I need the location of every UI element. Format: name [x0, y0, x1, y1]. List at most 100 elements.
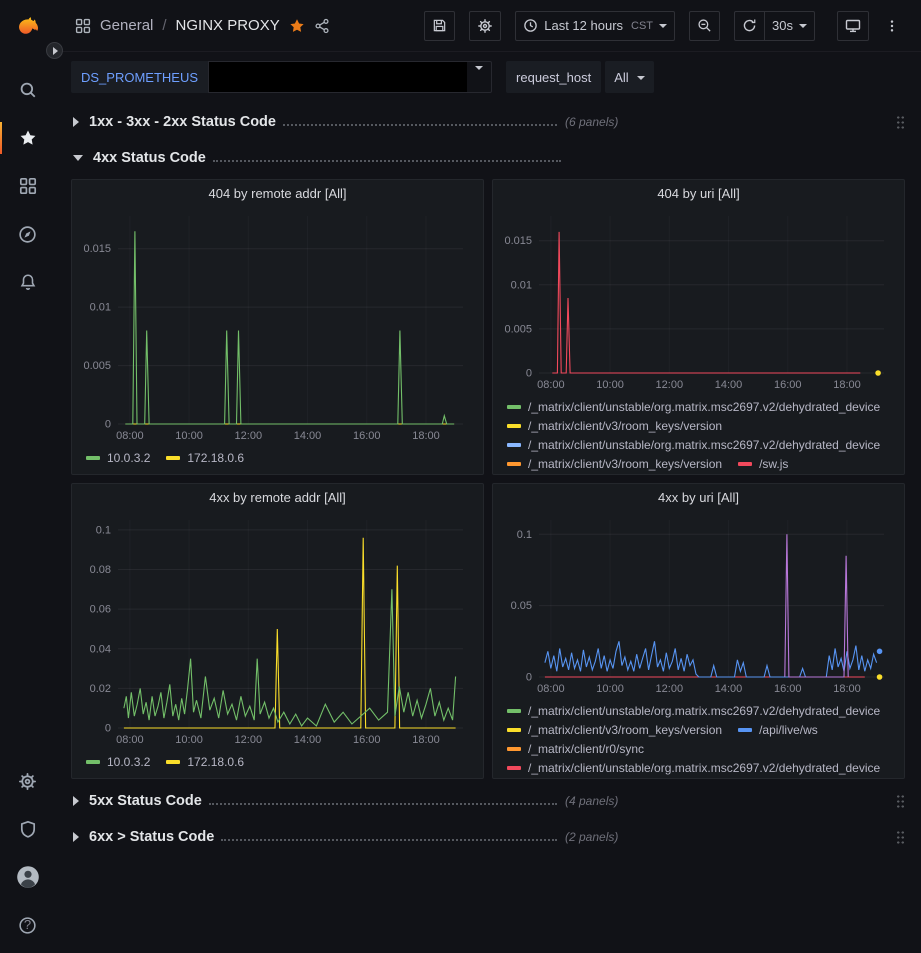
svg-text:16:00: 16:00: [774, 683, 802, 695]
panel-title[interactable]: 404 by uri [All]: [493, 180, 904, 206]
panel-title[interactable]: 404 by remote addr [All]: [72, 180, 483, 206]
legend-swatch: [507, 709, 521, 713]
row-title: 1xx - 3xx - 2xx Status Code: [89, 114, 276, 130]
row-drag-handle[interactable]: [896, 829, 905, 844]
time-series-chart[interactable]: 00.050.108:0010:0012:0014:0016:0018:00: [497, 512, 896, 699]
legend-item[interactable]: /_matrix/client/v3/room_keys/version: [507, 417, 722, 435]
time-series-chart[interactable]: 00.020.040.060.080.108:0010:0012:0014:00…: [76, 512, 475, 750]
svg-text:12:00: 12:00: [235, 430, 263, 442]
svg-text:0.005: 0.005: [83, 360, 111, 372]
row-header-6xx[interactable]: 6xx > Status Code (2 panels): [71, 822, 905, 851]
save-icon: [432, 18, 447, 33]
sidebar-item-alerting[interactable]: [0, 258, 55, 306]
gear-icon: [18, 772, 37, 791]
legend-label: 10.0.3.2: [107, 449, 150, 467]
svg-text:0.1: 0.1: [96, 524, 111, 536]
row-panel-count: (2 panels): [565, 830, 618, 844]
svg-text:?: ?: [24, 917, 31, 932]
zoom-out-button[interactable]: [689, 11, 720, 41]
legend-item[interactable]: 10.0.3.2: [86, 753, 150, 771]
legend-item[interactable]: 172.18.0.6: [166, 449, 244, 467]
legend-item[interactable]: /_matrix/client/v3/room_keys/version: [507, 721, 722, 739]
legend-item[interactable]: /_matrix/client/unstable/org.matrix.msc2…: [507, 398, 880, 416]
legend-item[interactable]: /_matrix/client/v3/room_keys/version: [507, 455, 722, 473]
save-dashboard-button[interactable]: [424, 11, 455, 41]
legend-swatch: [738, 728, 752, 732]
panel-title[interactable]: 4xx by remote addr [All]: [72, 484, 483, 510]
refresh-interval-picker[interactable]: 30s: [764, 11, 815, 41]
grafana-logo[interactable]: [0, 6, 55, 50]
dashboard-content: 1xx - 3xx - 2xx Status Code (6 panels) 4…: [55, 98, 921, 875]
row-drag-handle[interactable]: [896, 793, 905, 808]
panel-title[interactable]: 4xx by uri [All]: [493, 484, 904, 510]
legend-item[interactable]: /_matrix/client/unstable/org.matrix.msc2…: [507, 759, 880, 777]
datasource-variable-value[interactable]: [208, 61, 492, 93]
legend-item[interactable]: /api/live/ws: [738, 721, 818, 739]
grafana-logo-icon: [15, 15, 41, 41]
chevron-down-icon: [799, 24, 807, 28]
legend-label: /_matrix/client/r0/sync: [528, 740, 644, 758]
svg-text:18:00: 18:00: [833, 683, 861, 695]
svg-text:10:00: 10:00: [596, 683, 624, 695]
gear-icon: [477, 18, 493, 34]
legend-item[interactable]: /_matrix/client/r0/sync: [507, 740, 644, 758]
row-panel-count: (4 panels): [565, 794, 618, 808]
svg-text:14:00: 14:00: [294, 430, 322, 442]
shield-icon: [19, 820, 37, 838]
breadcrumb-folder[interactable]: General: [100, 17, 153, 34]
request-host-variable-label[interactable]: request_host: [506, 61, 601, 93]
request-host-variable-value[interactable]: All: [605, 61, 653, 93]
row-header-1xx[interactable]: 1xx - 3xx - 2xx Status Code (6 panels): [71, 107, 905, 136]
sidebar-expand-button[interactable]: [46, 42, 63, 59]
legend-item[interactable]: 10.0.3.2: [86, 449, 150, 467]
time-series-chart[interactable]: 00.0050.010.01508:0010:0012:0014:0016:00…: [76, 208, 475, 446]
row-drag-handle[interactable]: [896, 114, 905, 129]
svg-text:14:00: 14:00: [294, 734, 322, 746]
tv-mode-button[interactable]: [837, 11, 869, 41]
breadcrumb: General / NGINX PROXY: [75, 17, 330, 34]
row-header-4xx[interactable]: 4xx Status Code: [71, 143, 905, 172]
refresh-interval-label: 30s: [772, 18, 793, 33]
favorite-star-icon[interactable]: [289, 18, 305, 34]
legend-swatch: [507, 747, 521, 751]
sidebar-item-starred[interactable]: [0, 114, 55, 162]
legend-label: /_matrix/client/unstable/org.matrix.msc2…: [528, 398, 880, 416]
sidebar-item-profile[interactable]: [0, 853, 55, 901]
panel-404-by-uri: 404 by uri [All] 00.0050.010.01508:0010:…: [492, 179, 905, 475]
time-range-picker[interactable]: Last 12 hours CST: [515, 11, 675, 41]
legend-item[interactable]: /sw.js: [738, 455, 788, 473]
sidebar-item-explore[interactable]: [0, 210, 55, 258]
legend-label: 10.0.3.2: [107, 753, 150, 771]
sidebar-item-configuration[interactable]: [0, 757, 55, 805]
chevron-down-icon: [475, 66, 483, 85]
request-host-value-text: All: [614, 70, 628, 85]
svg-text:16:00: 16:00: [353, 430, 381, 442]
legend-item[interactable]: /_matrix/client/unstable/org.matrix.msc2…: [507, 702, 880, 720]
sidebar-item-dashboards[interactable]: [0, 162, 55, 210]
svg-text:18:00: 18:00: [412, 430, 440, 442]
time-series-chart[interactable]: 00.0050.010.01508:0010:0012:0014:0016:00…: [497, 208, 896, 395]
clock-icon: [523, 18, 538, 33]
sidebar-item-help[interactable]: ?: [0, 901, 55, 949]
datasource-variable-label[interactable]: DS_PROMETHEUS: [71, 61, 208, 93]
sidebar-item-server-admin[interactable]: [0, 805, 55, 853]
dashboard-settings-button[interactable]: [469, 11, 501, 41]
row-header-5xx[interactable]: 5xx Status Code (4 panels): [71, 786, 905, 815]
dashboard-title[interactable]: NGINX PROXY: [176, 17, 280, 34]
kebab-menu-button[interactable]: [877, 11, 907, 41]
legend-swatch: [86, 456, 100, 460]
svg-text:08:00: 08:00: [116, 734, 144, 746]
variable-datasource: DS_PROMETHEUS: [71, 61, 492, 93]
legend-item[interactable]: /_matrix/client/unstable/org.matrix.msc2…: [507, 436, 880, 454]
sidebar-item-search[interactable]: [0, 66, 55, 114]
legend-item[interactable]: 172.18.0.6: [166, 753, 244, 771]
panel-legend: 10.0.3.2 172.18.0.6: [72, 446, 483, 474]
bell-icon: [19, 273, 37, 291]
datasource-value-redacted: [209, 62, 467, 92]
panel-404-by-remote-addr: 404 by remote addr [All] 00.0050.010.015…: [71, 179, 484, 475]
svg-text:0.06: 0.06: [90, 604, 111, 616]
refresh-button[interactable]: [734, 11, 764, 41]
chevron-right-icon: [73, 796, 79, 806]
share-icon[interactable]: [314, 18, 330, 34]
chevron-right-icon: [53, 47, 58, 55]
